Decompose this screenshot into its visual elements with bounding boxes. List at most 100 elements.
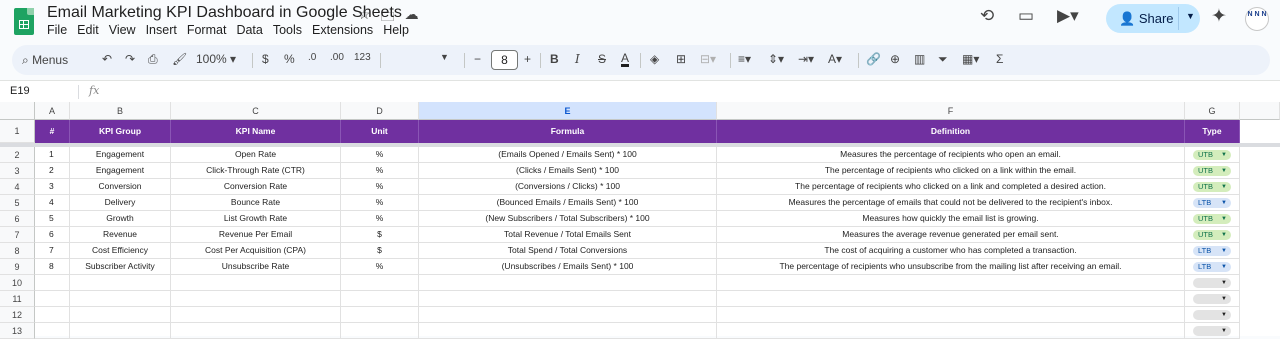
bold-icon[interactable]: B: [550, 52, 559, 66]
percent-format-button[interactable]: %: [284, 52, 295, 66]
vertical-align-icon[interactable]: ⇕▾: [768, 52, 784, 66]
font-size-increase-icon[interactable]: +: [524, 52, 531, 66]
row-header-6[interactable]: 6: [0, 211, 35, 227]
more-formats-button[interactable]: 123: [354, 52, 371, 63]
table-cell[interactable]: [419, 275, 717, 291]
table-cell[interactable]: Delivery: [70, 195, 171, 211]
table-cell[interactable]: Click-Through Rate (CTR): [171, 163, 341, 179]
table-cell[interactable]: %: [341, 163, 419, 179]
type-dropdown-chip[interactable]: LTB ▼: [1193, 246, 1231, 256]
table-cell[interactable]: [341, 275, 419, 291]
table-cell[interactable]: Engagement: [70, 163, 171, 179]
header-cell-type[interactable]: Type: [1185, 120, 1240, 143]
row-header-2[interactable]: 2: [0, 147, 35, 163]
row-header-1[interactable]: 1: [0, 120, 35, 143]
table-cell[interactable]: [70, 275, 171, 291]
borders-icon[interactable]: ⊞: [676, 52, 686, 66]
row-header-7[interactable]: 7: [0, 227, 35, 243]
menu-format[interactable]: Format: [182, 23, 232, 37]
menu-data[interactable]: Data: [231, 23, 267, 37]
row-header-3[interactable]: 3: [0, 163, 35, 179]
table-cell[interactable]: Measures the average revenue generated p…: [717, 227, 1185, 243]
print-icon[interactable]: ⎙: [148, 52, 158, 67]
table-cell[interactable]: [419, 323, 717, 339]
type-dropdown-chip[interactable]: UTB ▼: [1193, 230, 1231, 240]
row-header-9[interactable]: 9: [0, 259, 35, 275]
table-cell[interactable]: [70, 307, 171, 323]
table-cell[interactable]: (New Subscribers / Total Subscribers) * …: [419, 211, 717, 227]
table-cell[interactable]: (Emails Opened / Emails Sent) * 100: [419, 147, 717, 163]
decrease-decimal-button[interactable]: .0: [308, 52, 316, 63]
table-cell[interactable]: [341, 291, 419, 307]
type-dropdown-chip-empty[interactable]: ▼: [1193, 278, 1231, 288]
column-header-d[interactable]: D: [341, 102, 419, 120]
table-cell[interactable]: Conversion Rate: [171, 179, 341, 195]
table-cell[interactable]: Engagement: [70, 147, 171, 163]
table-cell[interactable]: Unsubscribe Rate: [171, 259, 341, 275]
table-cell[interactable]: Total Revenue / Total Emails Sent: [419, 227, 717, 243]
table-cell[interactable]: 1: [35, 147, 70, 163]
table-cell[interactable]: Conversion: [70, 179, 171, 195]
table-cell[interactable]: (Clicks / Emails Sent) * 100: [419, 163, 717, 179]
menu-extensions[interactable]: Extensions: [307, 23, 378, 37]
type-dropdown-chip-empty[interactable]: ▼: [1193, 326, 1231, 336]
menus-search[interactable]: ⌕ Menus: [22, 53, 68, 68]
table-cell[interactable]: The percentage of recipients who unsubsc…: [717, 259, 1185, 275]
share-button[interactable]: 👤 Share ▼: [1106, 4, 1200, 33]
table-cell[interactable]: $: [341, 227, 419, 243]
comments-icon[interactable]: ▭: [1018, 6, 1034, 26]
table-cell[interactable]: 4: [35, 195, 70, 211]
table-cell[interactable]: 5: [35, 211, 70, 227]
table-cell[interactable]: Cost Efficiency: [70, 243, 171, 259]
functions-icon[interactable]: Σ: [996, 52, 1003, 66]
spreadsheet-grid[interactable]: A B C D E F G 1 2 3 4 5 6 7 8 9 10 11 12 13 # KPI Group KPI Na…: [0, 102, 1280, 339]
column-header-g[interactable]: G: [1185, 102, 1240, 120]
share-dropdown-icon[interactable]: ▼: [1186, 11, 1195, 21]
increase-decimal-button[interactable]: .00: [330, 52, 344, 63]
table-cell[interactable]: 6: [35, 227, 70, 243]
header-cell-formula[interactable]: Formula: [419, 120, 717, 143]
menu-help[interactable]: Help: [378, 23, 414, 37]
table-cell[interactable]: %: [341, 179, 419, 195]
redo-icon[interactable]: ↷: [125, 52, 135, 66]
insert-link-icon[interactable]: 🔗: [866, 52, 881, 66]
table-cell[interactable]: The percentage of recipients who clicked…: [717, 163, 1185, 179]
gemini-sparkle-icon[interactable]: ✦: [1211, 5, 1227, 28]
horizontal-align-icon[interactable]: ≡▾: [738, 52, 751, 66]
merge-cells-icon[interactable]: ⊟▾: [700, 52, 716, 66]
table-cell[interactable]: %: [341, 211, 419, 227]
table-cell[interactable]: [717, 275, 1185, 291]
insert-chart-icon[interactable]: ▥: [914, 52, 925, 66]
table-cell[interactable]: [419, 291, 717, 307]
type-dropdown-chip[interactable]: UTB ▼: [1193, 150, 1231, 160]
table-cell[interactable]: [341, 323, 419, 339]
text-rotation-icon[interactable]: A▾: [828, 52, 842, 66]
header-cell-kpi-name[interactable]: KPI Name: [171, 120, 341, 143]
row-header-8[interactable]: 8: [0, 243, 35, 259]
column-header-e[interactable]: E: [419, 102, 717, 120]
menu-insert[interactable]: Insert: [141, 23, 182, 37]
select-all-corner[interactable]: [0, 102, 35, 120]
menu-edit[interactable]: Edit: [72, 23, 104, 37]
column-header-a[interactable]: A: [35, 102, 70, 120]
table-cell[interactable]: [171, 307, 341, 323]
font-size-decrease-icon[interactable]: −: [474, 52, 481, 66]
table-cell[interactable]: [717, 323, 1185, 339]
row-header-4[interactable]: 4: [0, 179, 35, 195]
type-dropdown-chip-empty[interactable]: ▼: [1193, 294, 1231, 304]
undo-icon[interactable]: ↶: [102, 52, 112, 66]
row-header-12[interactable]: 12: [0, 307, 35, 323]
table-cell[interactable]: [35, 291, 70, 307]
table-cell[interactable]: Revenue Per Email: [171, 227, 341, 243]
table-cell[interactable]: %: [341, 195, 419, 211]
italic-icon[interactable]: I: [575, 52, 580, 66]
strikethrough-icon[interactable]: S: [598, 52, 606, 66]
row-header-10[interactable]: 10: [0, 275, 35, 291]
type-dropdown-chip[interactable]: UTB ▼: [1193, 166, 1231, 176]
table-cell[interactable]: Total Spend / Total Conversions: [419, 243, 717, 259]
currency-format-button[interactable]: $: [262, 52, 269, 66]
filter-views-icon[interactable]: ▦▾: [962, 52, 979, 66]
table-cell[interactable]: Subscriber Activity: [70, 259, 171, 275]
document-title[interactable]: Email Marketing KPI Dashboard in Google …: [47, 4, 402, 22]
filter-icon[interactable]: ⏷: [938, 52, 948, 67]
